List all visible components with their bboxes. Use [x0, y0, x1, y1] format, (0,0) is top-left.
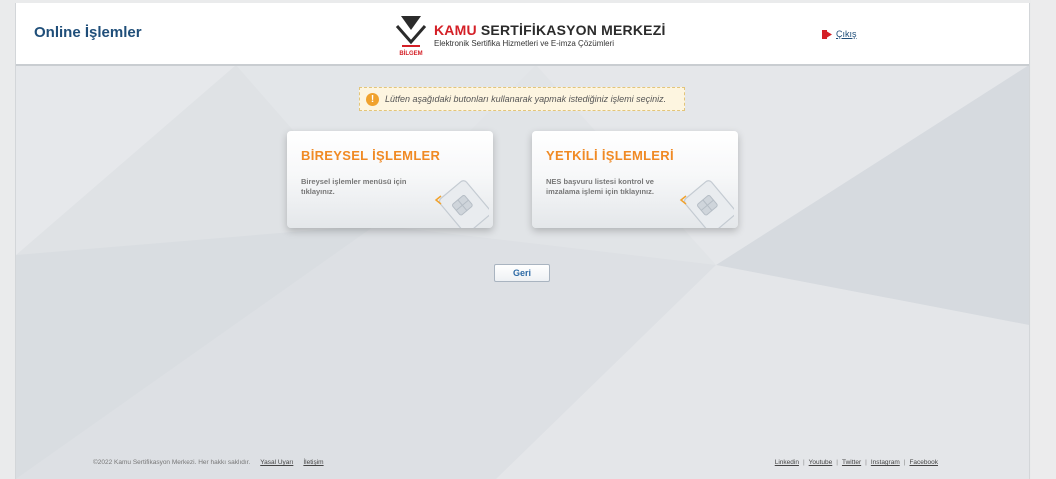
copyright-text: ©2022 Kamu Sertifikasyon Merkezi. Her ha…: [93, 459, 251, 466]
bireysel-islemler-card[interactable]: BİREYSEL İŞLEMLER Bireysel işlemler menü…: [287, 131, 493, 228]
footer-left: ©2022 Kamu Sertifikasyon Merkezi. Her ha…: [93, 459, 324, 466]
page-frame: Online İşlemler BİLGEM KAMU SERTİFİKASYO…: [15, 3, 1030, 479]
logo-title: KAMU SERTİFİKASYON MERKEZİ: [434, 22, 666, 38]
social-link-twitter[interactable]: Twitter: [842, 459, 861, 466]
social-link-facebook[interactable]: Facebook: [909, 459, 938, 466]
notice-text: Lütfen aşağıdaki butonları kullanarak ya…: [385, 94, 667, 104]
yetkili-islemleri-card[interactable]: YETKİLİ İŞLEMLERİ NES başvuru listesi ko…: [532, 131, 738, 228]
header: Online İşlemler BİLGEM KAMU SERTİFİKASYO…: [16, 3, 1029, 66]
kamu-sm-logo: BİLGEM KAMU SERTİFİKASYON MERKEZİ Elektr…: [392, 12, 665, 58]
logout-icon: [822, 29, 832, 39]
separator: |: [903, 459, 906, 466]
footer-social-links: Linkedin | Youtube | Twitter | Instagram…: [775, 459, 938, 466]
separator: |: [836, 459, 838, 466]
card-description: NES başvuru listesi kontrol ve imzalama …: [546, 177, 654, 196]
card-description: Bireysel işlemler menüsü için tıklayınız…: [301, 177, 407, 196]
card-title: YETKİLİ İŞLEMLERİ: [546, 148, 674, 163]
separator: |: [865, 459, 867, 466]
footer-link-contact[interactable]: İletişim: [303, 459, 323, 466]
smart-card-icon: [434, 180, 489, 228]
svg-text:BİLGEM: BİLGEM: [399, 50, 422, 57]
app-title: Online İşlemler: [34, 24, 142, 41]
info-notice: ! Lütfen aşağıdaki butonları kullanarak …: [359, 87, 685, 111]
logo-subtitle: Elektronik Sertifika Hizmetleri ve E-imz…: [434, 39, 615, 48]
tubitak-bilgem-logo-mark: BİLGEM: [395, 16, 427, 57]
social-link-linkedin[interactable]: Linkedin: [775, 459, 799, 466]
separator: |: [802, 459, 805, 466]
smart-card-icon: [679, 180, 734, 228]
social-link-youtube[interactable]: Youtube: [809, 459, 833, 466]
social-link-instagram[interactable]: Instagram: [871, 459, 900, 466]
back-button[interactable]: Geri: [494, 264, 550, 282]
logout-link[interactable]: Çıkış: [822, 29, 857, 39]
logout-label: Çıkış: [836, 29, 857, 39]
footer-link-legal[interactable]: Yasal Uyarı: [260, 459, 293, 466]
window-scrollbar[interactable]: [1031, 0, 1056, 479]
card-title: BİREYSEL İŞLEMLER: [301, 148, 441, 163]
info-icon: !: [366, 92, 379, 106]
